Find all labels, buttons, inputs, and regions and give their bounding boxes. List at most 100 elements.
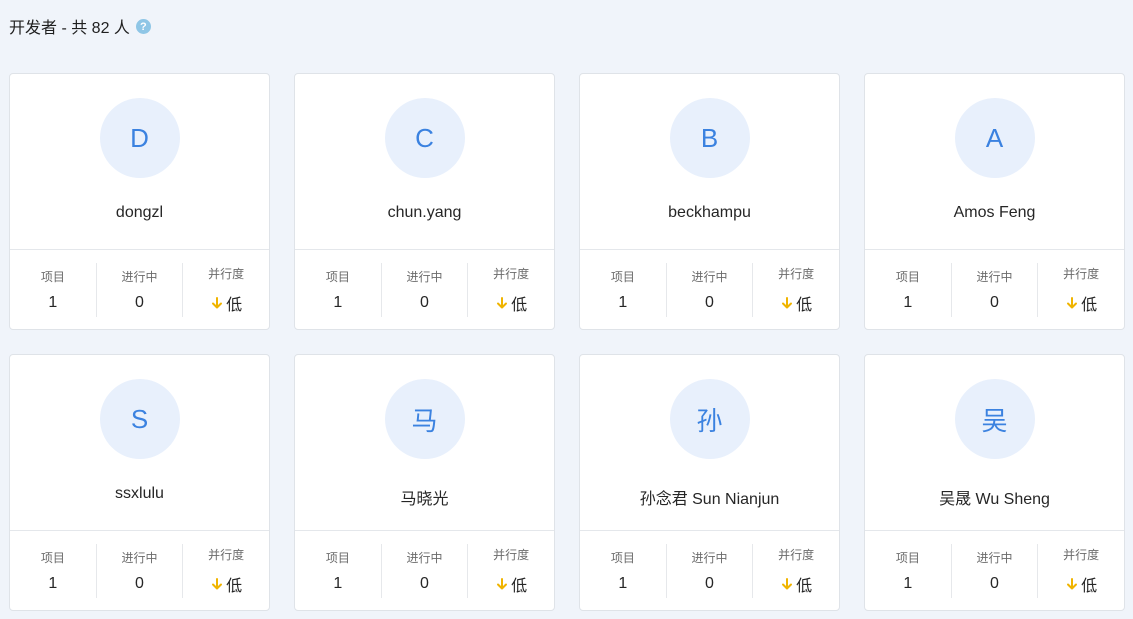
arrow-down-icon bbox=[780, 295, 794, 311]
stat-projects-value: 1 bbox=[903, 293, 913, 311]
stat-parallelism-value: 低 bbox=[1065, 291, 1097, 315]
developer-card-header: D dongzl bbox=[10, 74, 269, 250]
stat-in-progress-value: 0 bbox=[420, 293, 429, 311]
stat-in-progress-label: 进行中 bbox=[976, 550, 1013, 565]
developer-card[interactable]: B beckhampu 项目 1 进行中 0 并行度 低 bbox=[579, 73, 840, 330]
stat-parallelism-label: 并行度 bbox=[493, 266, 530, 281]
stat-projects-value: 1 bbox=[618, 293, 628, 311]
question-circle-icon[interactable]: ? bbox=[135, 19, 151, 34]
stat-parallelism-value: 低 bbox=[495, 291, 527, 315]
developer-name: ssxlulu bbox=[115, 485, 164, 502]
developer-card-header: 吴 吴晟 Wu Sheng bbox=[865, 355, 1124, 531]
developer-name: dongzl bbox=[115, 204, 164, 221]
stat-parallelism: 并行度 低 bbox=[468, 544, 554, 598]
parallelism-text: 低 bbox=[226, 296, 243, 314]
developer-card[interactable]: 吴 吴晟 Wu Sheng 项目 1 进行中 0 并行度 低 bbox=[864, 354, 1125, 611]
stat-projects: 项目 1 bbox=[865, 262, 952, 317]
avatar: B bbox=[669, 98, 750, 178]
arrow-down-icon bbox=[210, 295, 224, 311]
stat-projects-value: 1 bbox=[48, 293, 58, 311]
stat-in-progress-value: 0 bbox=[135, 293, 144, 311]
developer-name: chun.yang bbox=[387, 204, 462, 221]
stat-projects-label: 项目 bbox=[325, 269, 350, 284]
avatar: 孙 bbox=[669, 379, 750, 459]
stat-projects-label: 项目 bbox=[895, 550, 920, 565]
stat-in-progress-value: 0 bbox=[705, 574, 714, 592]
stat-projects: 项目 1 bbox=[10, 543, 97, 598]
stat-in-progress: 进行中 0 bbox=[667, 262, 754, 317]
stat-projects: 项目 1 bbox=[865, 543, 952, 598]
arrow-down-icon bbox=[495, 295, 509, 311]
stat-projects-value: 1 bbox=[48, 574, 58, 592]
stat-projects-value: 1 bbox=[903, 574, 913, 592]
developer-stats: 项目 1 进行中 0 并行度 低 bbox=[10, 250, 269, 329]
developer-name: 孙念君 Sun Nianjun bbox=[639, 491, 780, 508]
parallelism-text: 低 bbox=[796, 577, 813, 595]
stat-in-progress-value: 0 bbox=[135, 574, 144, 592]
stat-parallelism-label: 并行度 bbox=[1063, 547, 1100, 562]
developer-name: 吴晟 Wu Sheng bbox=[939, 491, 1050, 508]
stat-projects-label: 项目 bbox=[40, 550, 65, 565]
developer-card[interactable]: D dongzl 项目 1 进行中 0 并行度 低 bbox=[9, 73, 270, 330]
developer-card[interactable]: C chun.yang 项目 1 进行中 0 并行度 低 bbox=[294, 73, 555, 330]
parallelism-text: 低 bbox=[511, 577, 528, 595]
stat-parallelism: 并行度 低 bbox=[183, 263, 269, 317]
stat-parallelism: 并行度 低 bbox=[1038, 263, 1124, 317]
stat-projects-value: 1 bbox=[333, 293, 343, 311]
developer-card[interactable]: S ssxlulu 项目 1 进行中 0 并行度 低 bbox=[9, 354, 270, 611]
stat-in-progress-label: 进行中 bbox=[406, 269, 443, 284]
avatar: S bbox=[99, 379, 180, 459]
stat-in-progress: 进行中 0 bbox=[667, 543, 754, 598]
stat-parallelism-value: 低 bbox=[210, 572, 242, 596]
stat-parallelism-label: 并行度 bbox=[493, 547, 530, 562]
developer-card[interactable]: 孙 孙念君 Sun Nianjun 项目 1 进行中 0 并行度 低 bbox=[579, 354, 840, 611]
stat-in-progress-value: 0 bbox=[990, 293, 999, 311]
stat-parallelism-label: 并行度 bbox=[208, 266, 245, 281]
stat-parallelism: 并行度 低 bbox=[468, 263, 554, 317]
stat-in-progress: 进行中 0 bbox=[952, 262, 1039, 317]
stat-in-progress: 进行中 0 bbox=[97, 543, 184, 598]
stat-in-progress: 进行中 0 bbox=[382, 262, 469, 317]
stat-in-progress-value: 0 bbox=[990, 574, 999, 592]
stat-projects-value: 1 bbox=[333, 574, 343, 592]
parallelism-text: 低 bbox=[796, 296, 813, 314]
stat-parallelism: 并行度 低 bbox=[183, 544, 269, 598]
stat-in-progress: 进行中 0 bbox=[97, 262, 184, 317]
stat-parallelism-label: 并行度 bbox=[778, 547, 815, 562]
developer-name: Amos Feng bbox=[953, 204, 1036, 221]
developer-name: beckhampu bbox=[668, 204, 751, 221]
developer-card[interactable]: 马 马晓光 项目 1 进行中 0 并行度 低 bbox=[294, 354, 555, 611]
avatar: A bbox=[954, 98, 1035, 178]
page-title: 开发者 - 共 82 人 bbox=[9, 20, 130, 37]
stat-projects: 项目 1 bbox=[295, 543, 382, 598]
developer-stats: 项目 1 进行中 0 并行度 低 bbox=[295, 250, 554, 329]
developer-card-header: C chun.yang bbox=[295, 74, 554, 250]
stat-in-progress-label: 进行中 bbox=[691, 269, 728, 284]
stat-parallelism-value: 低 bbox=[1065, 572, 1097, 596]
stat-parallelism-value: 低 bbox=[210, 291, 242, 315]
page-header: 开发者 - 共 82 人 ? bbox=[9, 14, 151, 38]
stat-parallelism: 并行度 低 bbox=[753, 263, 839, 317]
developer-card-header: B beckhampu bbox=[580, 74, 839, 250]
stat-projects-label: 项目 bbox=[610, 550, 635, 565]
developer-stats: 项目 1 进行中 0 并行度 低 bbox=[865, 250, 1124, 329]
avatar: C bbox=[384, 98, 465, 178]
stat-in-progress-label: 进行中 bbox=[691, 550, 728, 565]
stat-projects-value: 1 bbox=[618, 574, 628, 592]
arrow-down-icon bbox=[495, 576, 509, 592]
stat-in-progress-value: 0 bbox=[420, 574, 429, 592]
stat-parallelism-label: 并行度 bbox=[778, 266, 815, 281]
developer-card-header: 马 马晓光 bbox=[295, 355, 554, 531]
stat-projects-label: 项目 bbox=[325, 550, 350, 565]
avatar: 马 bbox=[384, 379, 465, 459]
developer-card[interactable]: A Amos Feng 项目 1 进行中 0 并行度 低 bbox=[864, 73, 1125, 330]
parallelism-text: 低 bbox=[226, 577, 243, 595]
stat-in-progress-label: 进行中 bbox=[406, 550, 443, 565]
developer-grid: D dongzl 项目 1 进行中 0 并行度 低 C chun.yang 项目… bbox=[9, 73, 1125, 611]
stat-parallelism: 并行度 低 bbox=[1038, 544, 1124, 598]
stat-projects-label: 项目 bbox=[610, 269, 635, 284]
stat-projects: 项目 1 bbox=[580, 262, 667, 317]
stat-parallelism-value: 低 bbox=[780, 572, 812, 596]
stat-projects: 项目 1 bbox=[580, 543, 667, 598]
parallelism-text: 低 bbox=[1081, 577, 1098, 595]
